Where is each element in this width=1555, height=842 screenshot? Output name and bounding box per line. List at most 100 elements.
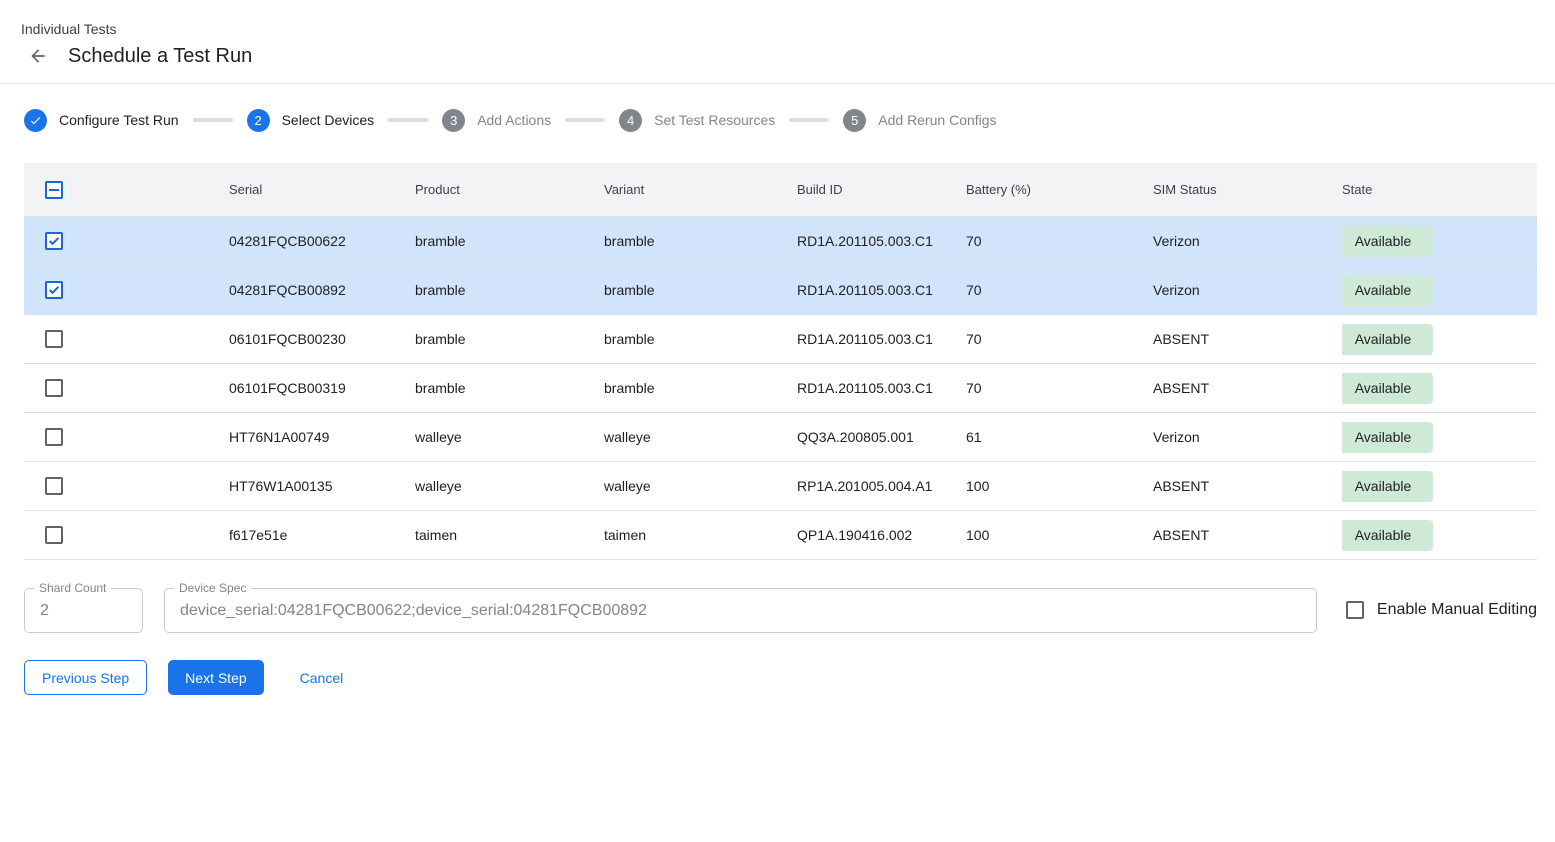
- step-connector: [193, 118, 233, 122]
- enable-manual-editing-label: Enable Manual Editing: [1377, 601, 1537, 619]
- stepper-step-configure-test-run[interactable]: Configure Test Run: [24, 109, 179, 132]
- cell-battery: 70: [966, 282, 1153, 298]
- checkmark-icon: [48, 235, 60, 247]
- cell-serial: 04281FQCB00892: [229, 282, 415, 298]
- cell-battery: 100: [966, 527, 1153, 543]
- column-header-sim-status: SIM Status: [1153, 182, 1342, 197]
- cell-variant: taimen: [604, 527, 797, 543]
- cell-variant: bramble: [604, 233, 797, 249]
- step-circle: [24, 109, 47, 132]
- step-circle: 4: [619, 109, 642, 132]
- step-label: Set Test Resources: [654, 112, 775, 128]
- state-badge: Available: [1342, 520, 1433, 551]
- cell-variant: bramble: [604, 380, 797, 396]
- table-row[interactable]: HT76N1A00749 walleye walleye QQ3A.200805…: [24, 413, 1537, 462]
- cell-sim-status: Verizon: [1153, 429, 1342, 445]
- step-circle: 3: [442, 109, 465, 132]
- checkmark-icon: [48, 284, 60, 296]
- cell-build-id: RD1A.201105.003.C1: [797, 233, 966, 249]
- enable-manual-editing-checkbox[interactable]: [1346, 601, 1364, 619]
- cell-battery: 100: [966, 478, 1153, 494]
- cell-product: bramble: [415, 380, 604, 396]
- cell-product: walleye: [415, 429, 604, 445]
- column-header-build-id: Build ID: [797, 182, 966, 197]
- column-header-product: Product: [415, 182, 604, 197]
- select-all-checkbox[interactable]: [45, 181, 63, 199]
- indeterminate-dash-icon: [49, 189, 59, 191]
- cell-build-id: QQ3A.200805.001: [797, 429, 966, 445]
- state-badge: Available: [1342, 422, 1433, 453]
- cell-variant: bramble: [604, 331, 797, 347]
- table-row[interactable]: 06101FQCB00319 bramble bramble RD1A.2011…: [24, 364, 1537, 413]
- state-badge: Available: [1342, 275, 1433, 306]
- cell-product: bramble: [415, 331, 604, 347]
- cell-sim-status: Verizon: [1153, 233, 1342, 249]
- stepper-step-add-actions[interactable]: 3 Add Actions: [442, 109, 551, 132]
- step-number: 5: [851, 113, 858, 128]
- cell-product: bramble: [415, 233, 604, 249]
- cell-build-id: RD1A.201105.003.C1: [797, 331, 966, 347]
- cell-serial: HT76N1A00749: [229, 429, 415, 445]
- stepper-step-select-devices[interactable]: 2 Select Devices: [247, 109, 375, 132]
- row-checkbox[interactable]: [45, 526, 63, 544]
- step-number: 3: [450, 113, 457, 128]
- table-row[interactable]: HT76W1A00135 walleye walleye RP1A.201005…: [24, 462, 1537, 511]
- cell-sim-status: Verizon: [1153, 282, 1342, 298]
- column-header-variant: Variant: [604, 182, 797, 197]
- enable-manual-editing-toggle[interactable]: Enable Manual Editing: [1346, 601, 1537, 619]
- row-checkbox[interactable]: [45, 428, 63, 446]
- stepper-step-add-rerun-configs[interactable]: 5 Add Rerun Configs: [843, 109, 996, 132]
- cell-sim-status: ABSENT: [1153, 380, 1342, 396]
- actions-bar: Previous Step Next Step Cancel: [24, 660, 1555, 695]
- step-number: 4: [627, 113, 634, 128]
- previous-step-button[interactable]: Previous Step: [24, 660, 147, 695]
- cell-product: taimen: [415, 527, 604, 543]
- row-checkbox[interactable]: [45, 232, 63, 250]
- page-header: Individual Tests Schedule a Test Run: [0, 0, 1555, 83]
- cell-serial: 06101FQCB00230: [229, 331, 415, 347]
- table-header-row: Serial Product Variant Build ID Battery …: [24, 163, 1537, 217]
- state-badge: Available: [1342, 226, 1433, 257]
- table-row[interactable]: 06101FQCB00230 bramble bramble RD1A.2011…: [24, 315, 1537, 364]
- step-label: Add Actions: [477, 112, 551, 128]
- step-connector: [388, 118, 428, 122]
- cell-serial: HT76W1A00135: [229, 478, 415, 494]
- cell-sim-status: ABSENT: [1153, 331, 1342, 347]
- row-checkbox[interactable]: [45, 477, 63, 495]
- next-step-button[interactable]: Next Step: [168, 660, 263, 695]
- stepper-step-set-test-resources[interactable]: 4 Set Test Resources: [619, 109, 775, 132]
- cell-variant: walleye: [604, 429, 797, 445]
- state-badge: Available: [1342, 373, 1433, 404]
- table-body: 04281FQCB00622 bramble bramble RD1A.2011…: [24, 217, 1537, 560]
- device-spec-field[interactable]: Device Spec device_serial:04281FQCB00622…: [164, 588, 1317, 633]
- back-button[interactable]: [26, 44, 50, 68]
- column-header-state: State: [1342, 182, 1537, 197]
- shard-count-label: Shard Count: [34, 581, 111, 596]
- state-badge: Available: [1342, 471, 1433, 502]
- table-row[interactable]: f617e51e taimen taimen QP1A.190416.002 1…: [24, 511, 1537, 560]
- shard-count-value: 2: [25, 602, 64, 620]
- shard-count-field[interactable]: Shard Count 2: [24, 588, 143, 633]
- back-arrow-icon: [28, 46, 48, 66]
- cell-sim-status: ABSENT: [1153, 478, 1342, 494]
- table-row[interactable]: 04281FQCB00892 bramble bramble RD1A.2011…: [24, 266, 1537, 315]
- breadcrumb: Individual Tests: [21, 21, 1531, 37]
- table-row[interactable]: 04281FQCB00622 bramble bramble RD1A.2011…: [24, 217, 1537, 266]
- cell-variant: bramble: [604, 282, 797, 298]
- row-checkbox[interactable]: [45, 379, 63, 397]
- device-spec-label: Device Spec: [174, 581, 251, 596]
- step-label: Add Rerun Configs: [878, 112, 996, 128]
- cell-battery: 70: [966, 380, 1153, 396]
- cell-battery: 70: [966, 331, 1153, 347]
- state-badge: Available: [1342, 324, 1433, 355]
- row-checkbox[interactable]: [45, 330, 63, 348]
- step-label: Select Devices: [282, 112, 375, 128]
- page-title: Schedule a Test Run: [68, 45, 252, 68]
- row-checkbox[interactable]: [45, 281, 63, 299]
- step-connector: [565, 118, 605, 122]
- column-header-serial: Serial: [229, 182, 415, 197]
- cell-product: walleye: [415, 478, 604, 494]
- cell-serial: f617e51e: [229, 527, 415, 543]
- cancel-button[interactable]: Cancel: [283, 660, 361, 695]
- cell-variant: walleye: [604, 478, 797, 494]
